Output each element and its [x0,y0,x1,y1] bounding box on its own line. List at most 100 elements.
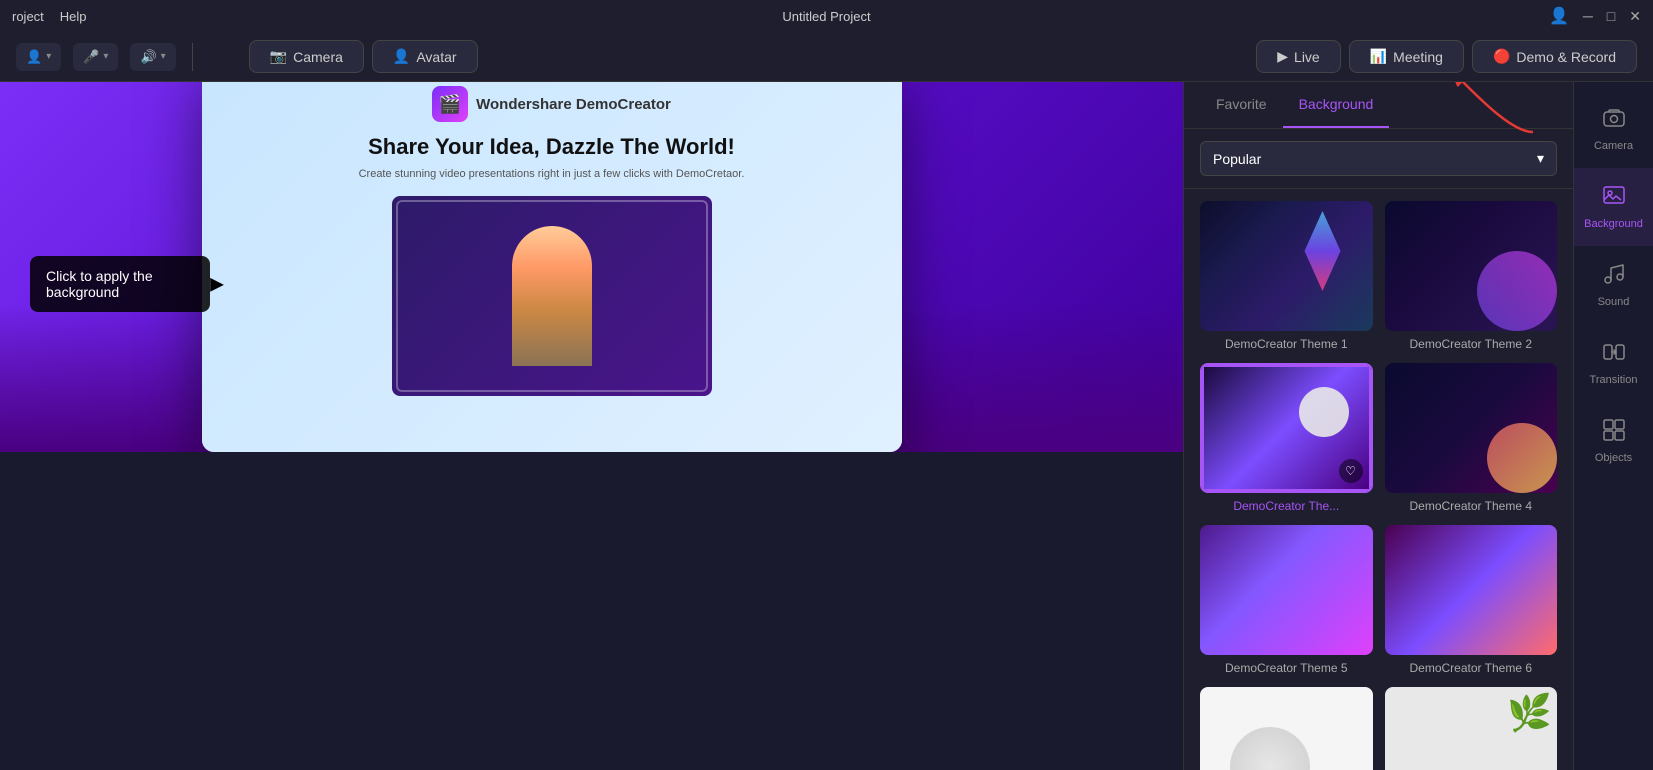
background-panel: Favorite Background Popular ▾ DemoCreato… [1183,82,1573,770]
chevron-down-icon: ▾ [1537,150,1544,167]
bg-item-theme6[interactable]: DemoCreator Theme 6 [1385,525,1558,675]
sound-sidebar-label: Sound [1598,296,1630,308]
bg-item-theme2[interactable]: DemoCreator Theme 2 [1385,201,1558,351]
menu-project[interactable]: roject [12,9,44,24]
preview-panel-wrapper: 🎬 Wondershare DemoCreator Share Your Ide… [0,82,1183,770]
bg-thumb-theme4[interactable] [1385,363,1558,493]
callout-box: Click to apply the background [30,256,210,312]
bg-item-theme5[interactable]: DemoCreator Theme 5 [1200,525,1373,675]
heart-icon[interactable]: ♡ [1339,459,1363,483]
bg-thumb-theme7[interactable] [1200,687,1373,770]
preview-subtext: Create stunning video presentations righ… [359,168,745,180]
bg-label-theme1: DemoCreator Theme 1 [1200,337,1373,351]
sidebar-item-sound[interactable]: Sound [1574,246,1653,324]
logo-icon: 🎬 [432,86,468,122]
title-bar: roject Help Untitled Project 👤 ─ □ ✕ [0,0,1653,32]
toolbar-separator [192,43,193,71]
background-sidebar-label: Background [1584,218,1643,230]
live-button[interactable]: ▶ Live [1256,40,1340,73]
chevron-down-icon: ▾ [161,51,166,62]
sidebar-item-background[interactable]: Background [1574,168,1653,246]
toolbar: 👤 ▾ 🎤 ▾ 🔊 ▾ 📷 Camera 👤 Avatar ▶ Live 📊 M… [0,32,1653,82]
bg-item-theme4[interactable]: DemoCreator Theme 4 [1385,363,1558,513]
title-bar-center: Untitled Project [782,9,870,24]
bg-item-leaves[interactable]: Leaves [1385,687,1558,770]
bg-thumb-leaves[interactable] [1385,687,1558,770]
bg-thumb-theme6[interactable] [1385,525,1558,655]
bg-thumb-theme1[interactable] [1200,201,1373,331]
avatar-label: Avatar [416,49,456,65]
mock-person [512,226,592,366]
preview-screen-mock [392,196,712,396]
meeting-icon: 📊 [1370,48,1387,65]
bg-item-theme1[interactable]: DemoCreator Theme 1 [1200,201,1373,351]
theme7-preview [1200,687,1373,770]
theme1-preview [1200,201,1373,331]
preview-headline: Share Your Idea, Dazzle The World! [368,134,735,160]
title-bar-left: roject Help [12,9,87,24]
toolbar-right-buttons: ▶ Live 📊 Meeting 🔴 Demo & Record [1256,40,1637,73]
chevron-down-icon: ▾ [103,51,108,62]
chevron-down-icon: ▾ [46,51,51,62]
mic-button[interactable]: 🎤 ▾ [73,43,118,71]
bg-thumb-theme3[interactable]: ♡ [1200,363,1373,493]
demo-record-button[interactable]: 🔴 Demo & Record [1472,40,1637,73]
menu-help[interactable]: Help [60,9,87,24]
leaves-preview [1385,687,1558,770]
theme5-preview [1200,525,1373,655]
bg-item-theme3[interactable]: ♡ DemoCreator The... [1200,363,1373,513]
toolbar-main-buttons: 📷 Camera 👤 Avatar [249,40,478,73]
mic-icon: 🎤 [83,49,99,65]
theme2-preview [1385,201,1558,331]
camera-label: Camera [293,49,343,65]
record-icon: 🔴 [1493,48,1510,65]
background-grid: DemoCreator Theme 1 DemoCreator Theme 2 … [1184,189,1573,770]
meeting-button[interactable]: 📊 Meeting [1349,40,1464,73]
preview-panel: 🎬 Wondershare DemoCreator Share Your Ide… [0,82,1183,452]
preview-card-inner: 🎬 Wondershare DemoCreator Share Your Ide… [202,82,902,452]
user-settings-button[interactable]: 👤 ▾ [16,43,61,71]
sidebar-item-objects[interactable]: Objects [1574,402,1653,480]
logo-text: Wondershare DemoCreator [476,96,671,113]
favorite-tab[interactable]: Favorite [1200,82,1283,128]
icon-sidebar: Camera Background [1573,82,1653,770]
speaker-button[interactable]: 🔊 ▾ [130,43,175,71]
right-panels: Favorite Background Popular ▾ DemoCreato… [1183,82,1653,770]
preview-logo: 🎬 Wondershare DemoCreator [432,86,671,122]
sound-sidebar-icon [1602,262,1626,292]
minimize-button[interactable]: ─ [1583,8,1593,24]
user-icon[interactable]: 👤 [1549,6,1569,26]
live-icon: ▶ [1277,48,1288,65]
background-sidebar-icon [1602,184,1626,214]
speaker-icon: 🔊 [140,49,156,65]
avatar-button[interactable]: 👤 Avatar [372,40,478,73]
theme6-preview [1385,525,1558,655]
avatar-icon: 👤 [393,48,410,65]
callout-text: Click to apply the background [46,268,153,300]
camera-sidebar-icon [1602,106,1626,136]
theme4-preview [1385,363,1558,493]
transition-sidebar-icon [1602,340,1626,370]
bg-label-theme4: DemoCreator Theme 4 [1385,499,1558,513]
sidebar-item-camera[interactable]: Camera [1574,90,1653,168]
bg-label-theme6: DemoCreator Theme 6 [1385,661,1558,675]
transition-sidebar-label: Transition [1590,374,1638,386]
camera-icon: 📷 [270,48,287,65]
sidebar-item-transition[interactable]: Transition [1574,324,1653,402]
bg-thumb-theme2[interactable] [1385,201,1558,331]
bg-label-theme5: DemoCreator Theme 5 [1200,661,1373,675]
camera-sidebar-label: Camera [1594,140,1633,152]
bg-item-theme7[interactable]: DemoCreator Theme 7 [1200,687,1373,770]
background-tab[interactable]: Background [1283,82,1390,128]
camera-button[interactable]: 📷 Camera [249,40,364,73]
bg-label-theme3: DemoCreator The... [1200,499,1373,513]
user-icon: 👤 [26,49,42,65]
objects-sidebar-icon [1602,418,1626,448]
bg-thumb-theme5[interactable] [1200,525,1373,655]
filter-dropdown[interactable]: Popular ▾ [1200,141,1557,176]
close-button[interactable]: ✕ [1629,8,1641,25]
title-bar-right: 👤 ─ □ ✕ [1549,6,1641,26]
maximize-button[interactable]: □ [1607,8,1615,24]
main-area: 🎬 Wondershare DemoCreator Share Your Ide… [0,82,1653,770]
arrow-annotation [1453,82,1553,142]
